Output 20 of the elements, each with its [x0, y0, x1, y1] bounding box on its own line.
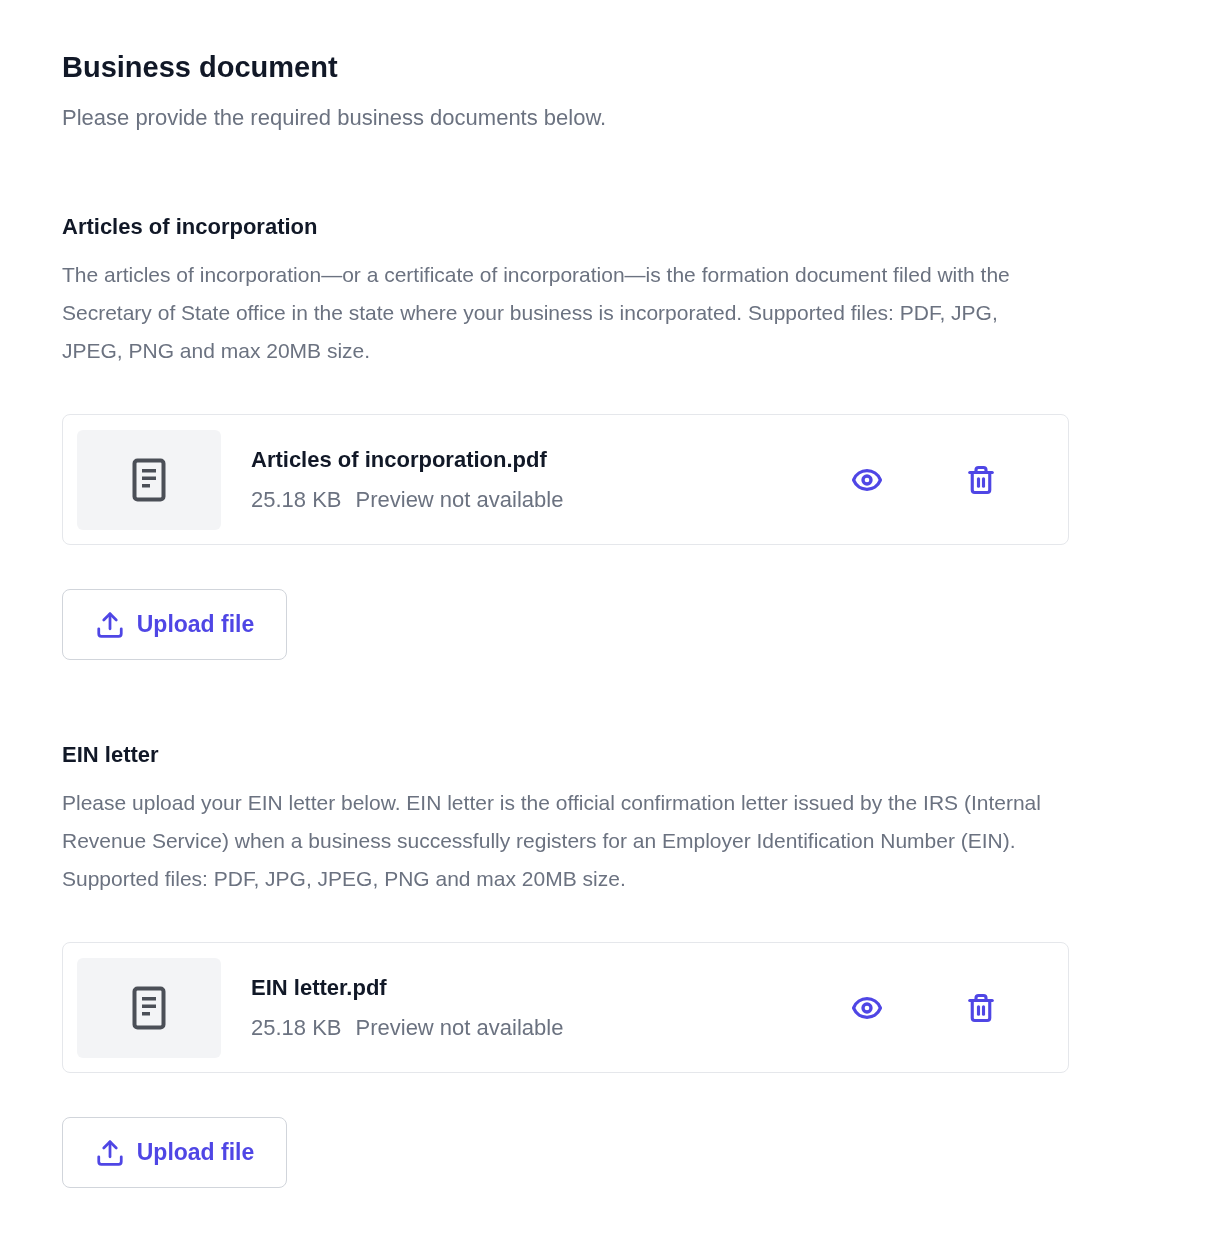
upload-icon — [94, 609, 125, 640]
page-title: Business document — [62, 50, 339, 85]
preview-note: Preview not available — [355, 1013, 564, 1042]
file-name: Articles of incorporation.pdf — [251, 445, 548, 474]
file-size: 25.18 KB — [251, 1013, 342, 1042]
upload-button[interactable]: Upload file — [62, 1117, 287, 1188]
section-description: Please upload your EIN letter below. EIN letter is the official confirmation letter issued by the IRS (Internal Revenue Service) when a business successfully registers for an Employer Identification Number (EIN). Supported files: PDF, JPG, JPEG, PNG and max 20MB size. — [62, 790, 1042, 892]
upload-button[interactable]: Upload file — [62, 589, 287, 660]
document-icon — [132, 985, 166, 1030]
file-size: 25.18 KB — [251, 485, 342, 514]
delete-icon[interactable] — [966, 464, 996, 495]
section-heading: EIN letter — [62, 741, 160, 769]
page-subtitle: Please provide the required business documents below. — [62, 104, 608, 132]
section-heading: Articles of incorporation — [62, 213, 319, 241]
upload-icon — [94, 1137, 125, 1168]
document-icon — [132, 457, 166, 502]
delete-icon[interactable] — [966, 992, 996, 1023]
section-description: The articles of incorporation—or a certificate of incorporation—is the formation document filed with the Secretary of State office in the state where your business is incorporated. Supported files: PDF, JPG, JPEG, PNG and max 20MB size. — [62, 262, 1011, 364]
preview-note: Preview not available — [355, 485, 564, 514]
file-name: EIN letter.pdf — [251, 973, 388, 1002]
